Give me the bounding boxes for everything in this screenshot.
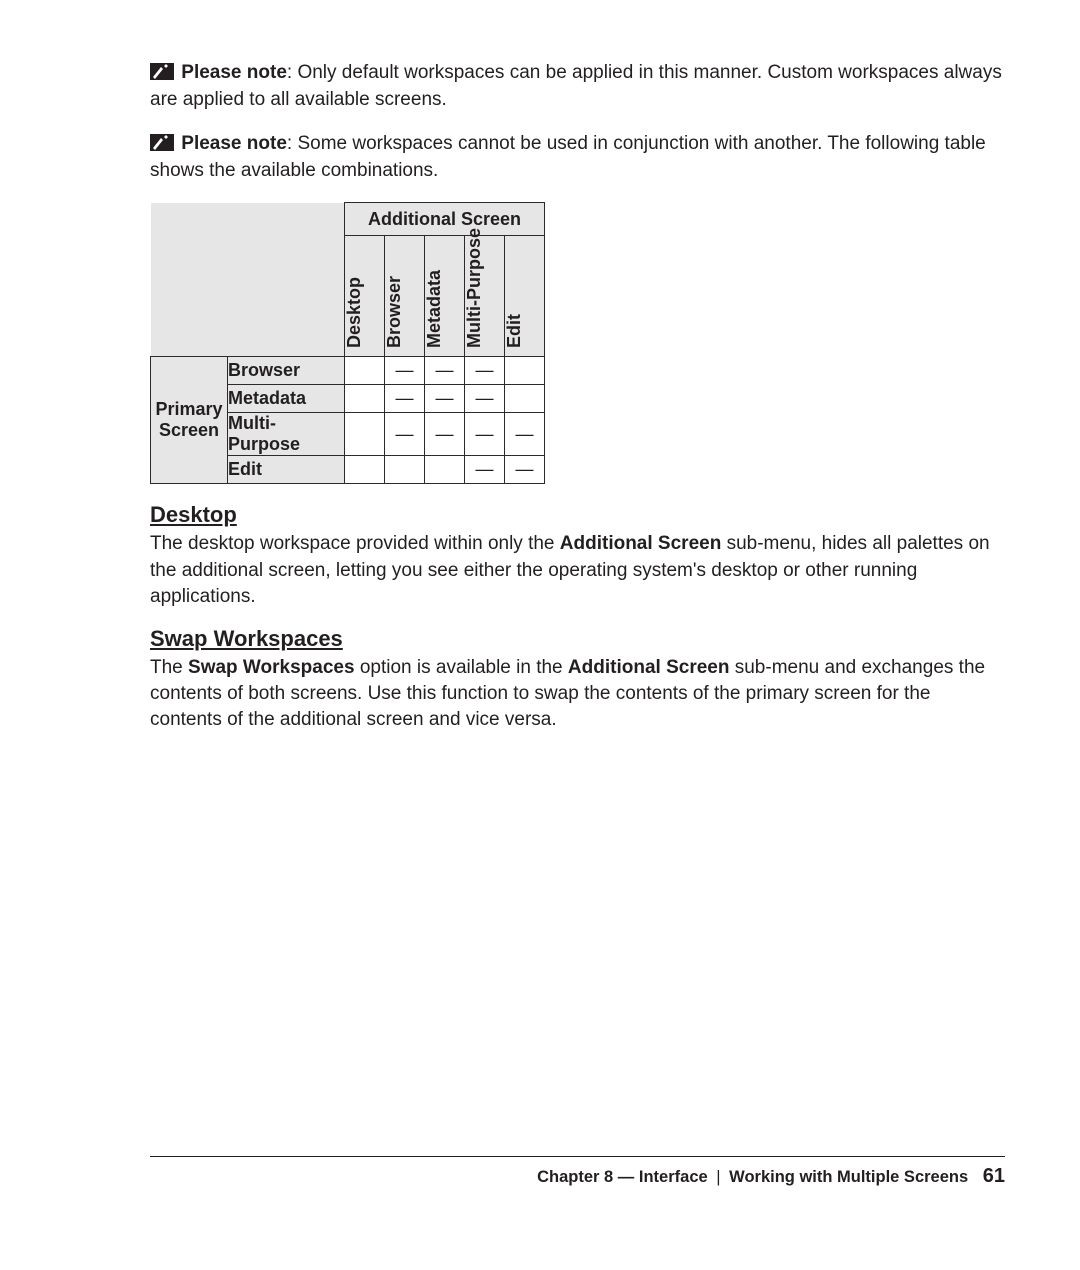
row-group-label: PrimaryScreen: [151, 357, 228, 484]
note-label: Please note: [181, 62, 287, 83]
footer-chapter: Chapter 8 — Interface: [537, 1168, 708, 1186]
col-header-desktop: Desktop: [345, 236, 385, 357]
note-block-1: Please note: Only default workspaces can…: [150, 60, 1005, 113]
col-header-browser: Browser: [385, 236, 425, 357]
compatibility-table: Additional Screen Desktop Browser Metada…: [150, 202, 1005, 484]
page-number: 61: [983, 1165, 1005, 1187]
row-label: Metadata: [228, 385, 345, 413]
note-block-2: Please note: Some workspaces cannot be u…: [150, 131, 1005, 184]
heading-desktop: Desktop: [150, 502, 1005, 528]
row-label: Multi-Purpose: [228, 413, 345, 456]
footer-section: Working with Multiple Screens: [729, 1168, 968, 1186]
note-icon: [150, 134, 174, 151]
col-header-metadata: Metadata: [425, 236, 465, 357]
page-footer: Chapter 8 — Interface | Working with Mul…: [150, 1156, 1005, 1188]
table-row: PrimaryScreen Browser — — —: [151, 357, 545, 385]
row-label: Edit: [228, 456, 345, 484]
document-page: Please note: Only default workspaces can…: [0, 0, 1080, 1270]
note-icon: [150, 63, 174, 80]
table-top-header: Additional Screen: [345, 203, 545, 236]
footer-separator: |: [716, 1168, 720, 1186]
row-label: Browser: [228, 357, 345, 385]
paragraph-desktop: The desktop workspace provided within on…: [150, 531, 1005, 610]
col-header-edit: Edit: [505, 236, 545, 357]
paragraph-swap: The Swap Workspaces option is available …: [150, 655, 1005, 734]
footer-rule: [150, 1156, 1005, 1157]
heading-swap: Swap Workspaces: [150, 626, 1005, 652]
note-label: Please note: [181, 133, 287, 154]
col-header-multipurpose: Multi-Purpose: [465, 236, 505, 357]
